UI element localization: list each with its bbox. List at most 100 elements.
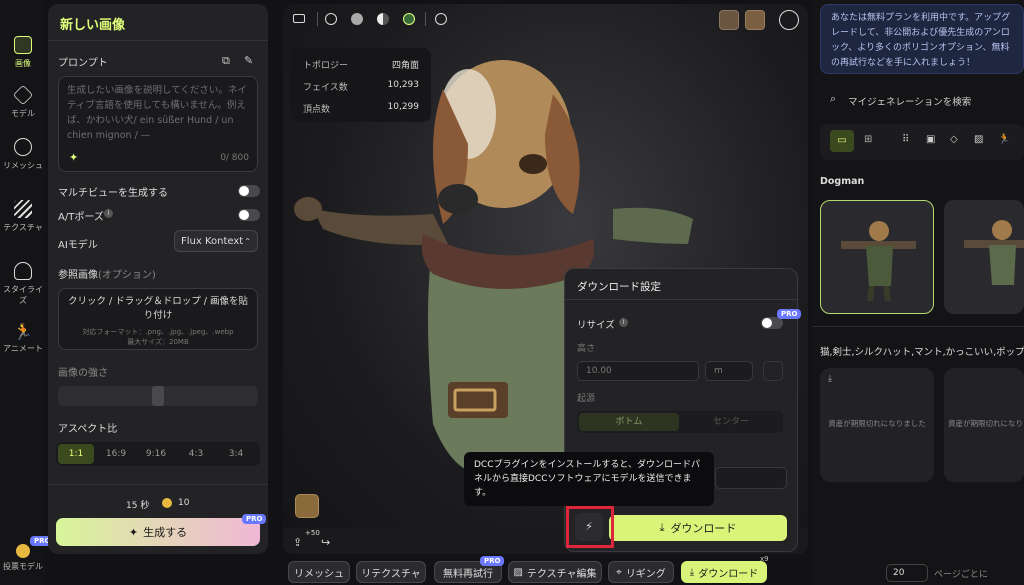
- cube-filter-icon[interactable]: ◇: [950, 134, 958, 145]
- running-icon: 🏃: [13, 322, 33, 341]
- rail-item-label: 投票モデル: [3, 562, 43, 571]
- info-icon[interactable]: i: [104, 209, 113, 218]
- asset-card-selected[interactable]: [820, 200, 934, 314]
- stylize-icon: [14, 262, 32, 280]
- rail-item-model[interactable]: モデル: [0, 84, 46, 119]
- ref-label-text: 参照画像: [58, 270, 98, 281]
- source-image-thumbnail[interactable]: [295, 494, 319, 518]
- magic-wand-icon[interactable]: ✎: [244, 54, 253, 67]
- right-ear: [545, 94, 580, 214]
- toolbar-download-label: ダウンロード: [698, 568, 759, 580]
- folder-icon[interactable]: ▭: [830, 130, 854, 152]
- reference-image-dropzone[interactable]: クリック / ドラッグ＆ドロップ / 画像を貼り付け 対応フォーマット：.png…: [58, 288, 258, 350]
- rail-item-vote-model[interactable]: 投票モデル: [0, 544, 46, 572]
- asset-card[interactable]: [944, 200, 1024, 314]
- right-arm: [613, 207, 693, 244]
- ref-optional-text: (オプション): [98, 270, 156, 281]
- rail-item-label: モデル: [11, 109, 35, 118]
- share-icon[interactable]: ↪: [321, 536, 330, 549]
- rail-item-animate[interactable]: 🏃 アニメート: [0, 322, 46, 354]
- download-button[interactable]: ⤓ ダウンロード: [609, 515, 787, 541]
- aspect-option-1-1[interactable]: 1:1: [58, 444, 94, 464]
- rigging-button[interactable]: ⌖ リギング: [608, 561, 674, 583]
- search-bar[interactable]: ⌕ マイジェネレーションを検索: [820, 86, 1024, 112]
- aspect-ratio-label: アスペクト比: [58, 424, 118, 435]
- divider: [812, 326, 1024, 327]
- time-cost: 15 秒: [126, 501, 150, 511]
- texture-edit-label: テクスチャ編集: [526, 568, 597, 580]
- remesh-button[interactable]: リメッシュ: [288, 561, 350, 583]
- grid-icon[interactable]: ⊞: [864, 134, 872, 145]
- texture-edit-button[interactable]: ▨ テクスチャ編集: [508, 561, 602, 583]
- aspect-option-4-3[interactable]: 4:3: [178, 444, 214, 464]
- upload-cloud-icon[interactable]: ⇪: [293, 536, 302, 549]
- resize-label: リサイズ: [577, 320, 615, 331]
- toolbar-download-button[interactable]: ⤓ ダウンロード: [681, 561, 767, 583]
- origin-bottom-option[interactable]: ボトム: [579, 413, 679, 431]
- prompt-input[interactable]: 生成したい画像を説明してください。ネイティブ言語を使用しても構いません。例えば、…: [58, 76, 258, 172]
- slider-thumb[interactable]: [152, 386, 164, 406]
- cube-icon: [12, 84, 34, 106]
- aspect-option-16-9[interactable]: 16:9: [98, 444, 134, 464]
- ai-model-select[interactable]: Flux Kontext ⌃: [174, 230, 258, 252]
- page-size-value: 20: [893, 568, 905, 578]
- atpose-toggle[interactable]: [238, 209, 260, 221]
- animation-filter-icon[interactable]: 🏃: [998, 134, 1010, 145]
- origin-selector: ボトム センター: [577, 411, 783, 433]
- divider: [48, 484, 268, 485]
- search-icon: ⌕: [830, 92, 837, 105]
- image-filter-icon[interactable]: ▣: [926, 134, 935, 145]
- left-hand: [294, 197, 322, 221]
- pro-badge: PRO: [242, 514, 267, 524]
- rail-item-label: リメッシュ: [3, 161, 43, 170]
- all-filter-icon[interactable]: ⠿: [902, 134, 909, 145]
- asset-card-expired[interactable]: 資産が期限切れになりました: [944, 368, 1024, 482]
- rail-item-stylize[interactable]: スタイライズ: [0, 262, 46, 306]
- generate-button[interactable]: ✦ 生成する: [56, 518, 260, 546]
- retexture-button[interactable]: リテクスチャ: [356, 561, 426, 583]
- rail-item-texture[interactable]: テクスチャ: [0, 200, 46, 233]
- height-label: 高さ: [577, 344, 596, 354]
- rail-item-image[interactable]: 画像: [0, 36, 46, 69]
- dcc-plugin-tooltip: DCCプラグインをインストールすると、ダウンロードパネルから直接DCCソフトウェ…: [464, 452, 714, 506]
- image-strength-label: 画像の強さ: [58, 368, 108, 379]
- height-input[interactable]: 10.00: [577, 361, 699, 381]
- prompt-char-count: 0/ 800: [220, 153, 249, 163]
- chevron-updown-icon: ⌃: [244, 236, 251, 246]
- group-title-cat: 猫,剣士,シルクハット,マント,かっこいい,ポップ: [820, 347, 1024, 358]
- prompt-mode-icon[interactable]: ⧉: [222, 54, 230, 68]
- page-size-select[interactable]: 20: [886, 564, 928, 582]
- download-settings-title: ダウンロード設定: [577, 281, 661, 293]
- asset-card-expired[interactable]: ⤓ 資産が期限切れになりました: [820, 368, 934, 482]
- eye: [519, 154, 547, 174]
- texture-icon: ▨: [513, 566, 523, 578]
- origin-label: 起源: [577, 394, 596, 404]
- download-icon: ⤓: [659, 521, 665, 534]
- texture-filter-icon[interactable]: ▨: [974, 134, 983, 145]
- generate-button-label: 生成する: [143, 526, 188, 539]
- info-icon[interactable]: i: [619, 318, 628, 327]
- rail-item-remesh[interactable]: リメッシュ: [0, 138, 46, 171]
- format-select[interactable]: [715, 467, 787, 489]
- ai-model-label: AIモデル: [58, 240, 98, 251]
- multiview-toggle[interactable]: [238, 185, 260, 197]
- download-icon[interactable]: ⤓: [828, 374, 832, 384]
- rigging-icon: ⌖: [616, 566, 622, 578]
- panel-title: 新しい画像: [60, 18, 126, 33]
- search-input[interactable]: マイジェネレーションを検索: [848, 94, 971, 108]
- fit-icon[interactable]: [763, 361, 783, 381]
- divider: [48, 40, 268, 41]
- rigging-label: リギング: [625, 568, 666, 580]
- vote-icon: [16, 544, 30, 558]
- unit-select[interactable]: m: [705, 361, 753, 381]
- sparkle-icon: ✦: [128, 525, 139, 539]
- aspect-option-9-16[interactable]: 9:16: [138, 444, 174, 464]
- aspect-option-3-4[interactable]: 3:4: [218, 444, 254, 464]
- download-button-label: ダウンロード: [670, 522, 737, 535]
- image-strength-slider[interactable]: [58, 386, 258, 406]
- origin-center-option[interactable]: センター: [681, 413, 781, 431]
- enhance-prompt-icon[interactable]: ✦: [69, 151, 78, 164]
- divider: [565, 299, 797, 300]
- ai-model-value: Flux Kontext: [181, 235, 244, 247]
- image-ai-icon: [14, 36, 32, 54]
